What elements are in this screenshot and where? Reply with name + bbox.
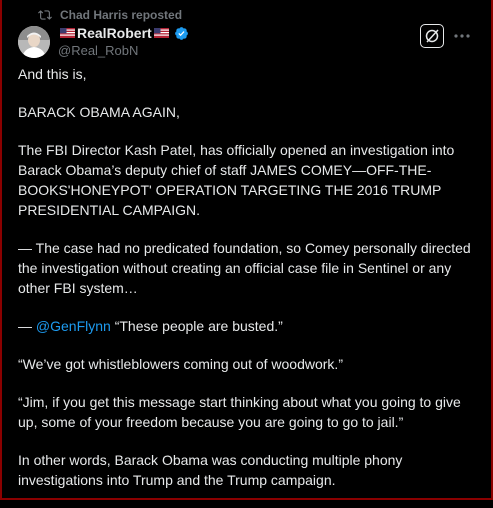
tweet-paragraph: “We’ve got whistleblowers coming out of … [18, 356, 343, 372]
repost-text: Chad Harris reposted [60, 8, 183, 22]
handle[interactable]: @Real_RobN [58, 43, 189, 58]
verified-badge-icon[interactable] [174, 26, 189, 41]
display-name-row[interactable]: RealRobert [58, 25, 189, 41]
quote-text: “These people are busted.” [110, 318, 283, 334]
tweet-paragraph: BARACK OBAMA AGAIN, [18, 104, 180, 120]
repost-indicator[interactable]: Chad Harris reposted [38, 8, 182, 22]
dash-prefix: — [18, 318, 36, 334]
display-name: RealRobert [77, 25, 152, 41]
tweet-paragraph: In other words, Barack Obama was conduct… [18, 452, 403, 488]
tweet-paragraph: “Jim, if you get this message start thin… [18, 394, 461, 430]
tweet-paragraph: — The case had no predicated foundation,… [18, 240, 471, 296]
grok-button[interactable] [420, 24, 444, 48]
more-icon [454, 34, 470, 38]
us-flag-icon [153, 28, 169, 38]
tweet-text: And this is, BARACK OBAMA AGAIN, The FBI… [18, 64, 473, 508]
tweet-paragraph: And this is, [18, 66, 87, 82]
avatar[interactable] [18, 26, 50, 58]
tweet-paragraph: — @GenFlynn “These people are busted.” [18, 316, 473, 336]
author-info: RealRobert @Real_RobN [58, 25, 189, 58]
tweet-paragraph: The FBI Director Kash Patel, has officia… [18, 142, 455, 218]
mention-link[interactable]: @GenFlynn [36, 318, 111, 334]
repost-icon [38, 10, 52, 20]
profile-photo [18, 26, 50, 58]
more-button[interactable] [452, 24, 472, 48]
us-flag-icon [60, 28, 75, 38]
grok-icon [425, 29, 439, 43]
